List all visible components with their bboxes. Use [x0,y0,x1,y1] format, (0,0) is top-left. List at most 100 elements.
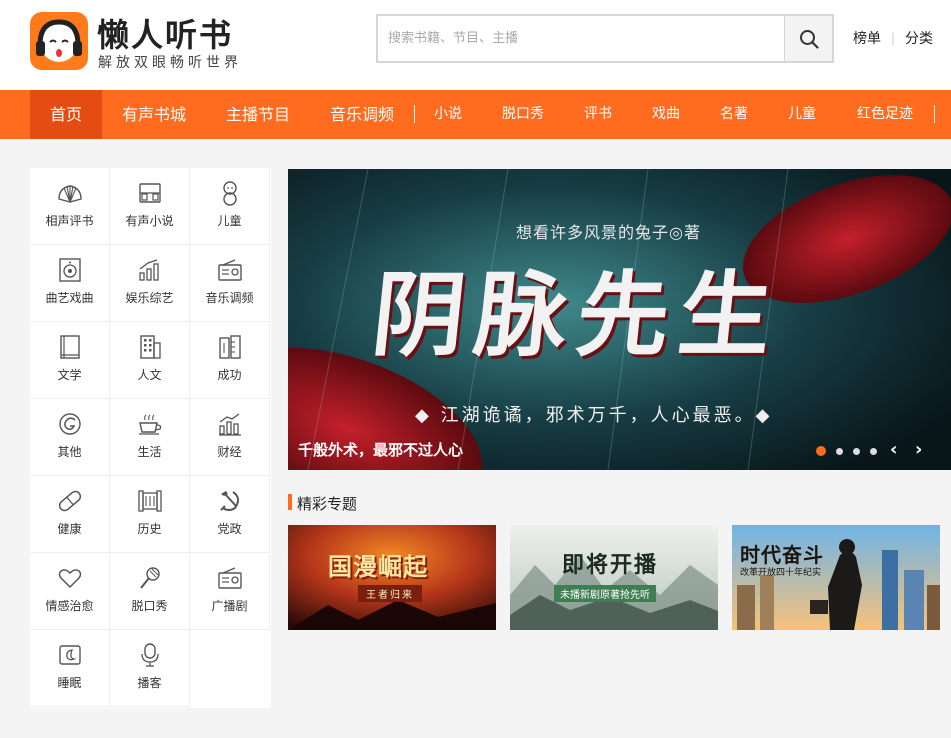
headphones-icon [138,183,161,203]
nav-item-children[interactable]: 儿童 [778,90,826,139]
main-nav: 首页 有声书城 主播节目 音乐调频 小说 脱口秀 评书 戏曲 名著 儿童 红色足… [0,90,951,139]
hammer-sickle-icon [219,491,239,511]
banner-author: 想看许多风景的兔子◎著 [516,223,701,242]
category-crosstalk[interactable]: 相声评书 [30,168,110,245]
nav-item-red-footprints[interactable]: 红色足迹 [848,90,922,139]
category-talk-show[interactable]: 脱口秀 [110,553,190,630]
category-label: 其他 [57,445,82,459]
category-label: 睡眠 [57,676,82,690]
nav-item-opera[interactable]: 戏曲 [642,90,690,139]
nav-item-novel[interactable]: 小说 [424,90,472,139]
category-finance[interactable]: 财经 [190,399,270,476]
category-audio-novel[interactable]: 有声小说 [110,168,190,245]
category-emotion[interactable]: 情感治愈 [30,553,110,630]
carousel-dot[interactable] [870,447,877,455]
baby-icon [222,181,237,206]
chevron-left-icon[interactable]: ‹ [890,439,897,460]
search-box [376,14,834,63]
brand-slogan: 解放双眼畅听世界 [98,55,242,71]
category-label: 人文 [137,368,162,382]
fan-icon [57,185,82,203]
nav-item-anchor-programs[interactable]: 主播节目 [214,90,302,139]
nav-item-talk-show[interactable]: 脱口秀 [494,90,552,139]
nav-item-music-fm[interactable]: 音乐调频 [318,90,406,139]
section-accent-bar [288,494,292,510]
nav-divider [934,105,935,123]
category-label: 历史 [137,522,162,536]
site-header: 懒人听书 解放双眼畅听世界 榜单 | 分类 [0,0,951,90]
search-icon [799,29,819,49]
category-grid: 相声评书 有声小说 儿童 曲艺戏曲 娱乐综艺 音乐调频 文学 人文 成功 其他 … [30,168,271,708]
growth-chart-icon [218,413,241,436]
category-music-fm[interactable]: 音乐调频 [190,245,270,322]
category-success[interactable]: 成功 [190,322,270,399]
category-history[interactable]: 历史 [110,476,190,553]
brand-name[interactable]: 懒人听书 [97,10,233,56]
category-health[interactable]: 健康 [30,476,110,553]
heart-icon [58,569,81,589]
category-label: 有声小说 [125,214,174,228]
carousel-dots [816,446,887,456]
category-label: 娱乐综艺 [125,291,174,305]
banner-title: 阴脉先生 [367,261,787,369]
category-label: 党政 [217,522,242,536]
category-label: 成功 [217,368,242,382]
search-input[interactable] [378,16,786,61]
category-label: 播客 [137,676,162,690]
speaker-icon [58,258,81,282]
nav-item-classics[interactable]: 名著 [710,90,758,139]
category-link[interactable]: 分类 [905,28,933,48]
topic-subtitle: 王者归来 [358,585,422,602]
category-label: 健康 [57,522,82,536]
category-entertainment[interactable]: 娱乐综艺 [110,245,190,322]
nav-item-storytelling[interactable]: 评书 [574,90,622,139]
coffee-cup-icon [138,414,161,435]
category-other[interactable]: 其他 [30,399,110,476]
radio-icon [217,567,242,589]
topic-title: 国漫崛起 [328,553,428,581]
building-icon [139,335,161,359]
topic-subtitle: 未播新剧原著抢先听 [554,585,656,602]
bar-chart-icon [138,259,159,281]
chevron-right-icon[interactable]: › [915,439,922,460]
category-folk-opera[interactable]: 曲艺戏曲 [30,245,110,322]
moon-icon [58,645,81,665]
category-label: 情感治愈 [45,599,94,613]
category-label: 财经 [217,445,242,459]
category-politics[interactable]: 党政 [190,476,270,553]
category-life[interactable]: 生活 [110,399,190,476]
search-button[interactable] [784,16,832,61]
section-title: 精彩专题 [297,495,358,513]
nav-item-audiobook-store[interactable]: 有声书城 [112,90,196,139]
carousel-dot[interactable] [816,446,826,456]
hero-banner[interactable]: 想看许多风景的兔子◎著 阴脉先生 ◆ 江湖诡谲，邪术万千，人心最恶。◆ 千般外术… [288,169,951,470]
topic-title: 即将开播 [562,553,659,578]
topic-card-era-struggle[interactable]: 时代奋斗 改革开放四十年纪实 [732,525,940,630]
category-label: 广播剧 [211,599,248,613]
category-label: 生活 [137,445,162,459]
category-humanities[interactable]: 人文 [110,322,190,399]
topic-subtitle: 改革开放四十年纪实 [740,568,822,578]
microphone-icon [139,567,160,589]
ranking-link[interactable]: 榜单 [853,28,881,48]
carousel-dot[interactable] [853,447,860,455]
category-literature[interactable]: 文学 [30,322,110,399]
carousel-dot[interactable] [836,447,843,455]
banner-caption: 千般外术，最邪不过人心 [298,441,464,459]
category-radio-drama[interactable]: 广播剧 [190,553,270,630]
category-sleep[interactable]: 睡眠 [30,630,110,707]
topic-card-anime[interactable]: 国漫崛起 王者归来 [288,525,496,630]
category-label: 相声评书 [45,214,94,228]
category-label: 脱口秀 [131,599,168,613]
category-label: 文学 [57,368,82,382]
category-podcast[interactable]: 播客 [110,630,190,707]
banner-subtitle: ◆ 江湖诡谲，邪术万千，人心最恶。◆ [415,405,773,426]
category-kids[interactable]: 儿童 [190,168,270,245]
logo-icon[interactable] [30,12,88,70]
nav-item-home[interactable]: 首页 [30,90,102,139]
topic-title: 时代奋斗 [740,543,824,567]
scroll-icon [137,490,162,512]
link-divider: | [891,31,896,45]
topic-card-coming-soon[interactable]: 即将开播 未播新剧原著抢先听 [510,525,718,630]
category-label: 音乐调频 [205,291,254,305]
